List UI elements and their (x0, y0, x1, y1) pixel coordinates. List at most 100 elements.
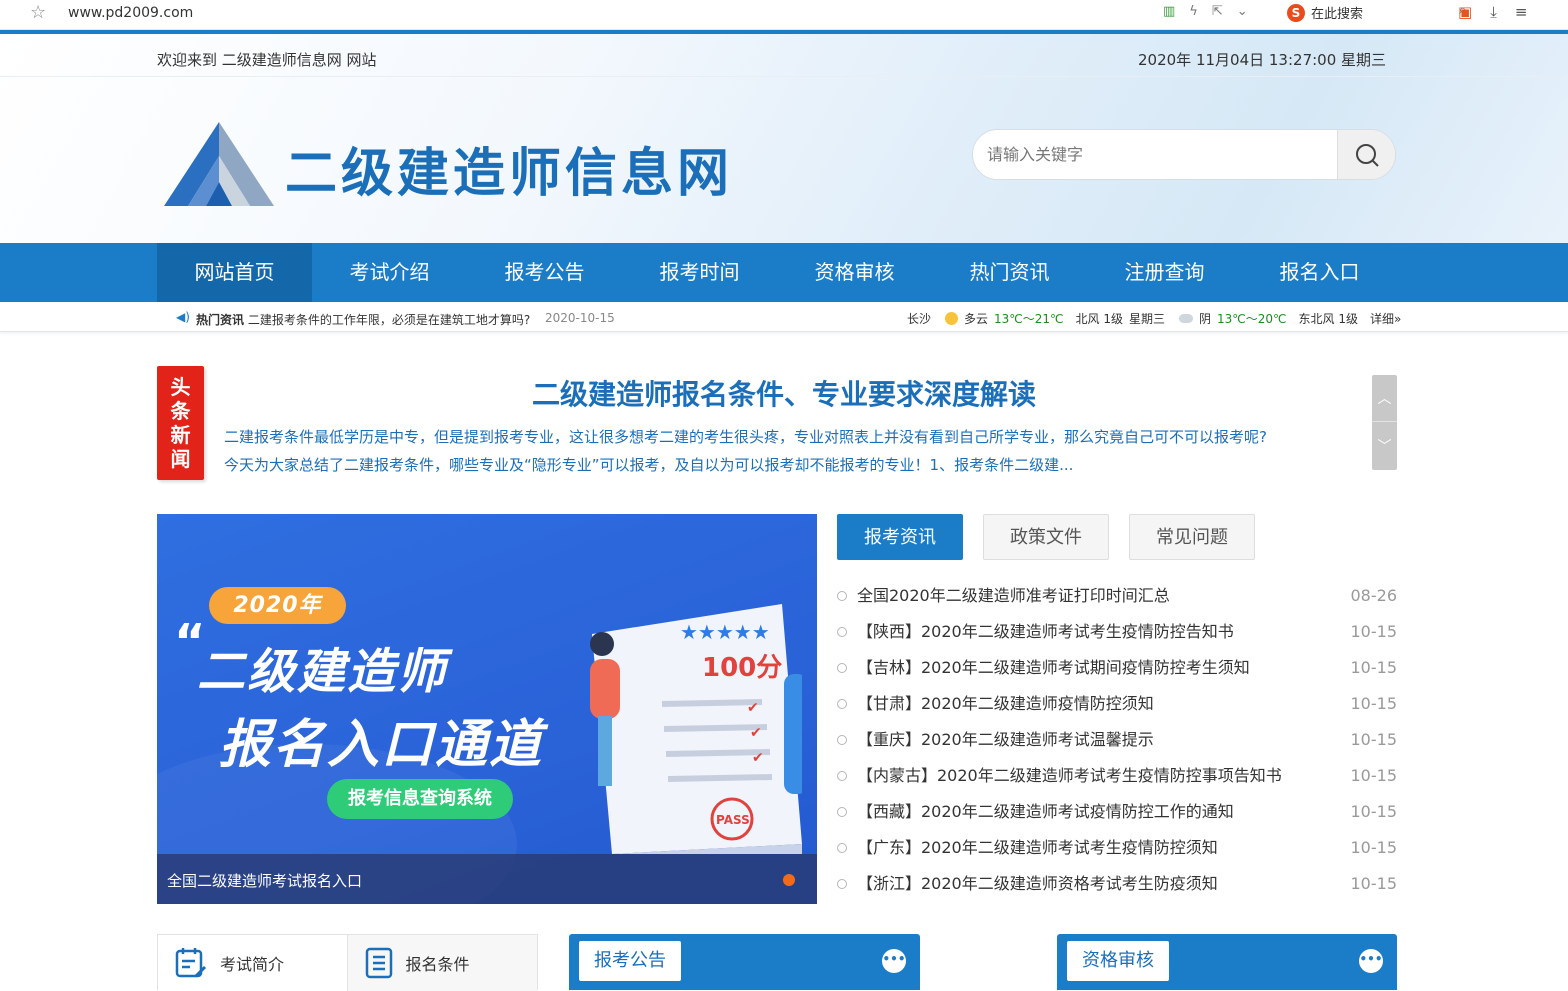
bullet-icon (837, 771, 847, 781)
svg-text:✔: ✔ (752, 750, 764, 766)
calendar-edit-icon (175, 948, 207, 978)
qualification-panel-header: 资格审核 ••• (1057, 934, 1397, 990)
tab-policy-docs[interactable]: 政策文件 (983, 514, 1109, 560)
list-item[interactable]: 【陕西】2020年二级建造师考试考生疫情防控告知书 10-15 (837, 614, 1397, 650)
svg-text:PASS: PASS (716, 813, 750, 827)
headline-badge: 头条新闻 (157, 366, 204, 480)
tab-faq[interactable]: 常见问题 (1129, 514, 1255, 560)
chevron-up-icon[interactable]: ︿ (1372, 375, 1397, 422)
nav-item-qualification[interactable]: 资格审核 (777, 243, 932, 302)
welcome-text: 欢迎来到 二级建造师信息网 网站 (157, 51, 377, 69)
weather-today-day: 星期三 (1128, 312, 1165, 326)
site-header: 欢迎来到 二级建造师信息网 网站 2020年 11月04日 13:27:00 星… (0, 34, 1568, 243)
site-search (972, 129, 1396, 180)
list-item[interactable]: 【广东】2020年二级建造师考试考生疫情防控须知 10-15 (837, 830, 1397, 866)
banner-year-badge: 2020年 (209, 587, 346, 624)
weather-detail-link[interactable]: 详细» (1370, 310, 1401, 327)
share-icon[interactable]: ⇱ (1212, 4, 1223, 19)
list-item[interactable]: 【吉林】2020年二级建造师考试期间疫情防控考生须知 10-15 (837, 650, 1397, 686)
ticker-item[interactable]: 热门资讯 二建报考条件的工作年限，必须是在建筑工地才算吗? (196, 311, 530, 328)
tab-signup-conditions[interactable]: 报名条件 (347, 935, 537, 991)
list-item[interactable]: 【甘肃】2020年二级建造师疫情防控须知 10-15 (837, 686, 1397, 722)
list-item[interactable]: 【重庆】2020年二级建造师考试温馨提示 10-15 (837, 722, 1397, 758)
main-nav: 网站首页 考试介绍 报考公告 报考时间 资格审核 热门资讯 注册查询 报名入口 (0, 243, 1568, 302)
bullet-icon (837, 879, 847, 889)
news-title[interactable]: 【吉林】2020年二级建造师考试期间疫情防控考生须知 (857, 650, 1250, 686)
reader-icon[interactable]: ▥ (1163, 4, 1175, 19)
more-icon[interactable]: ••• (1359, 949, 1383, 973)
news-date: 10-15 (1350, 622, 1398, 641)
news-title[interactable]: 【甘肃】2020年二级建造师疫情防控须知 (857, 686, 1154, 722)
news-title[interactable]: 全国2020年二级建造师准考证打印时间汇总 (857, 578, 1170, 614)
nav-item-announcements[interactable]: 报考公告 (467, 243, 622, 302)
address-bar[interactable]: www.pd2009.com (68, 5, 193, 21)
bullet-icon (837, 807, 847, 817)
list-item[interactable]: 全国2020年二级建造师准考证打印时间汇总 08-26 (837, 578, 1397, 614)
banner-query-button[interactable]: 报考信息查询系统 (327, 779, 513, 819)
svg-text:100分: 100分 (702, 653, 782, 683)
news-ticker: ◀) 热门资讯 二建报考条件的工作年限，必须是在建筑工地才算吗? 2020-10… (0, 302, 1568, 332)
news-tabs: 报考资讯 政策文件 常见问题 (837, 514, 1255, 560)
svg-text:★★★★★: ★★★★★ (680, 620, 770, 644)
headline-title[interactable]: 二级建造师报名条件、专业要求深度解读 (224, 373, 1344, 413)
browser-right-tools: ▣ ⤓ ≡ (1458, 3, 1527, 21)
news-date: 10-15 (1350, 874, 1398, 893)
nav-item-exam-time[interactable]: 报考时间 (622, 243, 777, 302)
tab-signup-conditions-label: 报名条件 (405, 955, 470, 974)
site-logo-icon[interactable] (160, 120, 278, 210)
nav-item-signup-entry[interactable]: 报名入口 (1242, 243, 1397, 302)
nav-item-hot-news[interactable]: 热门资讯 (932, 243, 1087, 302)
weather-city[interactable]: 长沙 (907, 310, 931, 327)
bullet-icon (837, 591, 847, 601)
overcast-icon (1179, 314, 1193, 323)
banner-caption[interactable]: 全国二级建造师考试报名入口 (167, 870, 362, 891)
bullet-icon (837, 699, 847, 709)
list-item[interactable]: 【浙江】2020年二级建造师资格考试考生防疫须知 10-15 (837, 866, 1397, 902)
nav-item-home[interactable]: 网站首页 (157, 243, 312, 302)
nav-item-exam-intro[interactable]: 考试介绍 (312, 243, 467, 302)
panel-title-announcements[interactable]: 报考公告 (579, 941, 681, 981)
download-icon[interactable]: ⤓ (1490, 3, 1497, 21)
headline-pager: ︿ ﹀ (1372, 375, 1397, 470)
list-item[interactable]: 【西藏】2020年二级建造师考试疫情防控工作的通知 10-15 (837, 794, 1397, 830)
panel-title-qualification[interactable]: 资格审核 (1067, 941, 1169, 981)
chevron-down-icon[interactable]: ⌄ (1237, 4, 1248, 19)
headline-desc-line: 今天为大家总结了二建报考条件，哪些专业及“隐形专业”可以报考，及自以为可以报考却… (224, 456, 1074, 474)
flash-icon[interactable]: ϟ (1189, 4, 1198, 19)
banner-caption-bar: 全国二级建造师考试报名入口 (157, 854, 817, 904)
search-input[interactable] (987, 130, 1327, 179)
tab-exam-summary[interactable]: 考试简介 (158, 935, 348, 991)
news-title[interactable]: 【西藏】2020年二级建造师考试疫情防控工作的通知 (857, 794, 1234, 830)
news-date: 10-15 (1350, 658, 1398, 677)
browser-search[interactable]: S 在此搜索 ⌕ (1287, 3, 1477, 25)
bullet-icon (837, 843, 847, 853)
nav-item-registration-query[interactable]: 注册查询 (1087, 243, 1242, 302)
menu-icon[interactable]: ≡ (1515, 3, 1528, 21)
exam-paper-illustration: ★★★★★ 100分 ✔ ✔ ✔ PASS (590, 604, 802, 854)
slider-dot[interactable] (783, 874, 795, 886)
more-icon[interactable]: ••• (882, 949, 906, 973)
news-title[interactable]: 【内蒙古】2020年二级建造师考试考生疫情防控事项告知书 (857, 758, 1282, 794)
bullet-icon (837, 627, 847, 637)
banner-slider[interactable]: 2020年 “ 二级建造师 报名入口通道 报考信息查询系统 ★★★★★ 100分… (157, 514, 817, 904)
news-date: 10-15 (1350, 802, 1398, 821)
ticker-tag: 热门资讯 (196, 313, 245, 327)
list-item[interactable]: 【内蒙古】2020年二级建造师考试考生疫情防控事项告知书 10-15 (837, 758, 1397, 794)
document-list-icon (365, 947, 392, 979)
tab-exam-news[interactable]: 报考资讯 (837, 514, 963, 560)
search-button[interactable] (1337, 130, 1395, 179)
chevron-down-icon[interactable]: ﹀ (1372, 422, 1397, 469)
speaker-icon: ◀) (176, 310, 190, 324)
search-icon (1355, 143, 1379, 167)
weather-widget: 长沙 多云 13℃～21℃ 北风 1级 星期三 阴 13℃～20℃ 东北风 1级… (907, 310, 1401, 327)
ticker-text: 二建报考条件的工作年限，必须是在建筑工地才算吗? (247, 313, 531, 327)
headline-description[interactable]: 二建报考条件最低学历是中专，但是提到报考专业，这让很多想考二建的考生很头疼，专业… (224, 423, 1354, 479)
bookmark-star-icon[interactable]: ☆ (30, 2, 46, 23)
weather-tomorrow-cond: 阴 (1199, 312, 1212, 326)
news-title[interactable]: 【广东】2020年二级建造师考试考生疫情防控须知 (857, 830, 1218, 866)
gamepad-icon[interactable]: ▣ (1458, 3, 1472, 21)
news-title[interactable]: 【重庆】2020年二级建造师考试温馨提示 (857, 722, 1154, 758)
site-title[interactable]: 二级建造师信息网 (285, 131, 733, 206)
news-title[interactable]: 【浙江】2020年二级建造师资格考试考生防疫须知 (857, 866, 1218, 902)
news-title[interactable]: 【陕西】2020年二级建造师考试考生疫情防控告知书 (857, 614, 1234, 650)
